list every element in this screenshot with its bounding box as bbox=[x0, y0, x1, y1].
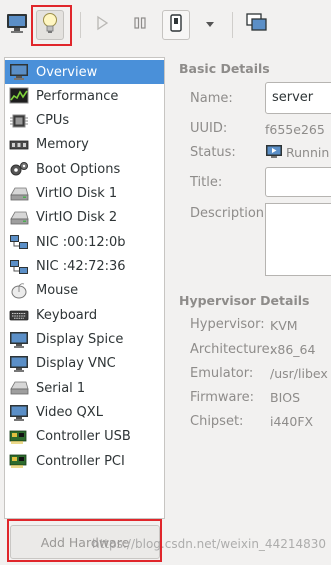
shutdown-menu-button[interactable] bbox=[198, 10, 222, 40]
architecture-value: x86_64 bbox=[270, 342, 316, 357]
controller-card-icon bbox=[8, 451, 30, 471]
hypervisor-details-title: Hypervisor Details bbox=[179, 293, 310, 308]
watermark-text: https://blog.csdn.net/weixin_44214830 bbox=[92, 537, 327, 551]
running-status-icon bbox=[265, 144, 283, 160]
pause-icon bbox=[132, 15, 148, 35]
sidebar-item-virtio-disk-1[interactable]: VirtIO Disk 1 bbox=[5, 182, 164, 206]
shutdown-button[interactable] bbox=[162, 10, 190, 40]
title-label: Title: bbox=[190, 175, 223, 190]
status-label: Status: bbox=[190, 145, 236, 160]
sidebar-item-label: Display Spice bbox=[36, 332, 124, 348]
details-pane: Basic Details Name: server UUID: f655e26… bbox=[165, 52, 331, 565]
hypervisor-label: Hypervisor: bbox=[190, 317, 265, 332]
snapshots-button[interactable] bbox=[243, 10, 271, 40]
serial-port-icon bbox=[8, 378, 30, 398]
sidebar-item-label: VirtIO Disk 2 bbox=[36, 210, 118, 226]
video-card-icon bbox=[8, 403, 30, 423]
sidebar-item-nic-00-12-0b[interactable]: NIC :00:12:0b bbox=[5, 230, 164, 254]
chipset-label: Chipset: bbox=[190, 414, 244, 429]
emulator-label: Emulator: bbox=[190, 366, 254, 381]
sidebar-item-label: Memory bbox=[36, 137, 89, 153]
sidebar-item-display-vnc[interactable]: Display VNC bbox=[5, 352, 164, 376]
hard-disk-icon bbox=[8, 208, 30, 228]
name-field[interactable]: server bbox=[265, 82, 331, 114]
name-label: Name: bbox=[190, 91, 233, 106]
network-icon bbox=[8, 232, 30, 252]
sidebar-item-label: Keyboard bbox=[36, 307, 98, 323]
hypervisor-value: KVM bbox=[270, 318, 298, 333]
sidebar-item-cpus[interactable]: CPUs bbox=[5, 109, 164, 133]
sidebar-item-label: Performance bbox=[36, 88, 119, 104]
firmware-value: BIOS bbox=[270, 390, 301, 405]
sidebar-item-memory[interactable]: Memory bbox=[5, 133, 164, 157]
sidebar-item-performance[interactable]: Performance bbox=[5, 84, 164, 108]
sidebar-item-label: Serial 1 bbox=[36, 380, 86, 396]
controller-card-icon bbox=[8, 427, 30, 447]
sidebar-item-label: Mouse bbox=[36, 283, 79, 299]
mouse-icon bbox=[8, 281, 30, 301]
chipset-value: i440FX bbox=[270, 414, 314, 429]
status-text: Runnin bbox=[286, 144, 330, 160]
power-icon bbox=[169, 14, 183, 36]
hardware-list: Overview Performance CPUs Memory Boot Option… bbox=[4, 57, 165, 519]
sidebar-item-keyboard[interactable]: Keyboard bbox=[5, 303, 164, 327]
cpu-chip-icon bbox=[8, 111, 30, 131]
monitor-icon bbox=[5, 12, 29, 38]
snapshot-icon bbox=[246, 13, 268, 37]
sidebar-item-nic-42-72-36[interactable]: NIC :42:72:36 bbox=[5, 255, 164, 279]
chevron-down-icon bbox=[204, 18, 216, 33]
sidebar-item-label: Overview bbox=[36, 64, 98, 80]
network-icon bbox=[8, 257, 30, 277]
memory-icon bbox=[8, 135, 30, 155]
basic-details-title: Basic Details bbox=[179, 61, 270, 76]
sidebar-item-video-qxl[interactable]: Video QXL bbox=[5, 401, 164, 425]
sidebar-item-label: Display VNC bbox=[36, 356, 116, 372]
uuid-value: f655e265 bbox=[265, 122, 325, 137]
sidebar-item-label: NIC :00:12:0b bbox=[36, 234, 126, 250]
sidebar-item-mouse[interactable]: Mouse bbox=[5, 279, 164, 303]
sidebar-item-boot-options[interactable]: Boot Options bbox=[5, 157, 164, 181]
sidebar-item-controller-usb[interactable]: Controller USB bbox=[5, 425, 164, 449]
display-icon bbox=[8, 330, 30, 350]
sidebar-item-virtio-disk-2[interactable]: VirtIO Disk 2 bbox=[5, 206, 164, 230]
console-view-button[interactable] bbox=[3, 10, 31, 40]
title-field[interactable] bbox=[265, 167, 331, 197]
status-value: Runnin bbox=[265, 144, 329, 160]
sidebar-item-label: NIC :42:72:36 bbox=[36, 259, 126, 275]
sidebar-item-display-spice[interactable]: Display Spice bbox=[5, 328, 164, 352]
gears-icon bbox=[8, 159, 30, 179]
description-label: Description: bbox=[190, 206, 269, 221]
sidebar-item-label: Controller USB bbox=[36, 429, 131, 445]
sidebar-item-serial-1[interactable]: Serial 1 bbox=[5, 376, 164, 400]
name-value: server bbox=[272, 90, 314, 105]
sidebar-item-label: VirtIO Disk 1 bbox=[36, 186, 118, 202]
play-icon bbox=[94, 15, 110, 35]
run-button[interactable] bbox=[88, 10, 116, 40]
toolbar-separator bbox=[80, 12, 81, 38]
display-icon bbox=[8, 354, 30, 374]
sidebar-item-overview[interactable]: Overview bbox=[5, 60, 164, 84]
highlight-box bbox=[31, 5, 72, 46]
performance-graph-icon bbox=[8, 86, 30, 106]
description-field[interactable] bbox=[265, 203, 331, 276]
sidebar-item-controller-pci[interactable]: Controller PCI bbox=[5, 449, 164, 473]
firmware-label: Firmware: bbox=[190, 390, 254, 405]
monitor-icon bbox=[8, 62, 30, 82]
sidebar-item-label: Controller PCI bbox=[36, 453, 125, 469]
toolbar-separator bbox=[232, 12, 233, 38]
architecture-label: Architecture: bbox=[190, 342, 274, 357]
sidebar-item-label: Video QXL bbox=[36, 405, 103, 421]
keyboard-icon bbox=[8, 305, 30, 325]
hard-disk-icon bbox=[8, 184, 30, 204]
pause-button[interactable] bbox=[126, 10, 154, 40]
sidebar-item-label: CPUs bbox=[36, 113, 70, 129]
sidebar-item-label: Boot Options bbox=[36, 161, 121, 177]
uuid-label: UUID: bbox=[190, 121, 228, 136]
emulator-value: /usr/libex bbox=[270, 366, 328, 381]
